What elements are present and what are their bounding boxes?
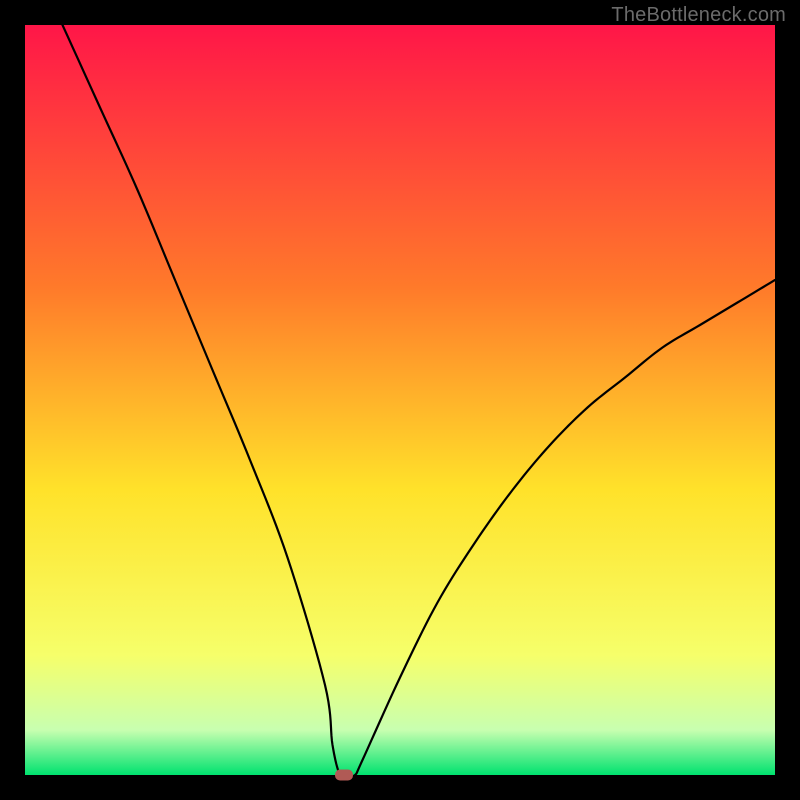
chart-frame: TheBottleneck.com <box>0 0 800 800</box>
chart-svg <box>25 25 775 775</box>
optimal-point-marker <box>335 770 353 781</box>
watermark-text: TheBottleneck.com <box>611 4 786 27</box>
plot-area <box>25 25 775 775</box>
gradient-background <box>25 25 775 775</box>
